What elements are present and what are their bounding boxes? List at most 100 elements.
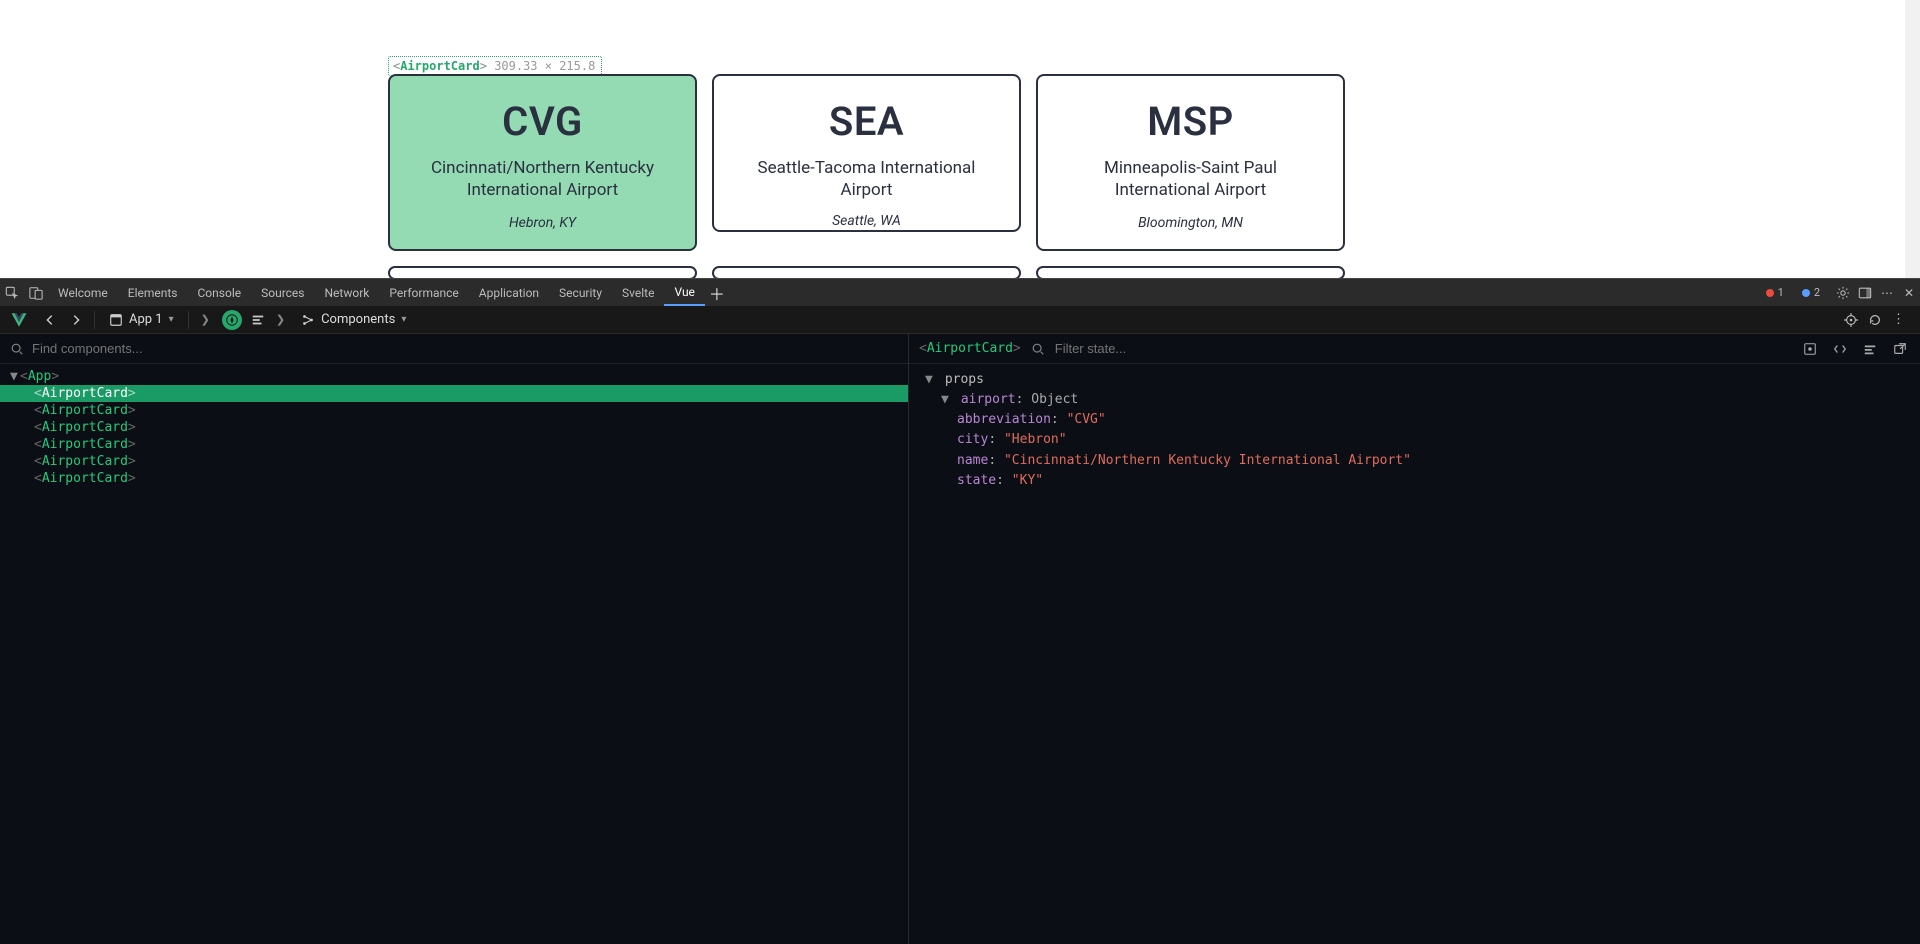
dt-tab-network[interactable]: Network — [315, 279, 380, 306]
search-icon — [1031, 342, 1045, 356]
vue-logo-icon — [10, 311, 28, 329]
airport-location: Seattle, WA — [732, 213, 1001, 229]
airport-abbr: CVG — [408, 98, 677, 145]
view-selector-label: Components — [321, 312, 395, 327]
dt-tab-console[interactable]: Console — [188, 279, 252, 306]
component-search-input[interactable] — [32, 341, 898, 356]
issues-count: 2 — [1814, 286, 1820, 299]
tree-child-node[interactable]: <AirportCard> — [0, 419, 908, 436]
state-key: name — [957, 453, 988, 468]
refresh-icon[interactable] — [1868, 312, 1882, 327]
airport-card[interactable] — [1036, 266, 1345, 278]
airport-abbr: SEA — [732, 98, 1001, 145]
selected-component-name: AirportCard — [927, 341, 1013, 356]
scrollbar-track[interactable] — [1905, 0, 1920, 278]
devtools-tabbar: Welcome Elements Console Sources Network… — [0, 278, 1920, 306]
nav-back-icon[interactable] — [38, 312, 62, 327]
props-group[interactable]: ▼ props — [917, 370, 1920, 390]
search-icon — [10, 341, 24, 356]
state-value: CVG — [1074, 412, 1097, 427]
settings-icon[interactable] — [1832, 285, 1854, 300]
inspector-mode-icon[interactable] — [222, 310, 242, 330]
dt-tab-application[interactable]: Application — [469, 279, 549, 306]
inspect-dimensions: 309.33 × 215.8 — [494, 59, 595, 73]
component-search-row — [0, 334, 908, 364]
tree-child-node[interactable]: <AirportCard> — [0, 385, 908, 402]
chevron-down-icon: ▾ — [169, 314, 174, 325]
component-tree: ▼<App> <AirportCard> <AirportCard> <Airp… — [0, 364, 908, 487]
airport-location: Hebron, KY — [408, 215, 677, 231]
scroll-to-component-icon[interactable] — [1800, 342, 1820, 356]
timeline-mode-icon[interactable] — [248, 312, 268, 327]
more-icon[interactable]: ⋯ — [1876, 286, 1898, 300]
airport-card[interactable] — [712, 266, 1021, 278]
state-line[interactable]: abbreviation: "CVG" — [917, 410, 1920, 430]
app-selector[interactable]: App 1 ▾ — [101, 309, 182, 331]
inspect-dom-icon[interactable] — [1860, 342, 1880, 356]
tree-child-node[interactable]: <AirportCard> — [0, 453, 908, 470]
state-value: Cincinnati/Northern Kentucky Internation… — [1012, 453, 1403, 468]
state-line[interactable]: name: "Cincinnati/Northern Kentucky Inte… — [917, 451, 1920, 471]
device-toolbar-icon[interactable] — [24, 285, 48, 300]
state-type: Object — [1031, 392, 1078, 407]
state-value: KY — [1020, 473, 1036, 488]
state-filter-input[interactable] — [1055, 341, 1790, 356]
state-key: city — [957, 432, 988, 447]
airport-name: Seattle-Tacoma International Airport — [732, 157, 1001, 201]
target-icon[interactable] — [1844, 312, 1858, 327]
component-tree-panel: ▼<App> <AirportCard> <AirportCard> <Airp… — [0, 334, 909, 944]
tree-child-node[interactable]: <AirportCard> — [0, 470, 908, 487]
dt-tab-performance[interactable]: Performance — [379, 279, 468, 306]
dt-tab-vue[interactable]: Vue — [664, 279, 704, 306]
vue-devtools-toolbar: App 1 ▾ ❯ ❯ Components ▾ ⋮ — [0, 306, 1920, 334]
dt-tab-sources[interactable]: Sources — [251, 279, 314, 306]
error-count: 1 — [1778, 286, 1784, 299]
open-in-editor-icon[interactable] — [1890, 342, 1910, 356]
close-devtools-icon[interactable]: ✕ — [1898, 286, 1920, 300]
airport-card[interactable]: CVG Cincinnati/Northern Kentucky Interna… — [388, 74, 697, 251]
dt-tab-svelte[interactable]: Svelte — [612, 279, 664, 306]
tree-child-node[interactable]: <AirportCard> — [0, 436, 908, 453]
props-label: props — [945, 372, 984, 387]
dt-tab-welcome[interactable]: Welcome — [48, 279, 118, 306]
nav-forward-icon[interactable] — [64, 312, 88, 327]
state-line[interactable]: state: "KY" — [917, 471, 1920, 491]
state-line[interactable]: city: "Hebron" — [917, 430, 1920, 450]
kebab-menu-icon[interactable]: ⋮ — [1892, 312, 1904, 327]
dt-tab-security[interactable]: Security — [549, 279, 612, 306]
inspect-element-icon[interactable] — [0, 285, 24, 300]
app-selector-label: App 1 — [129, 312, 163, 327]
cards-grid: CVG Cincinnati/Northern Kentucky Interna… — [388, 74, 1348, 278]
view-selector[interactable]: Components ▾ — [293, 309, 414, 331]
component-state-tree: ▼ props ▼ airport: Object abbreviation: … — [909, 364, 1920, 491]
error-badge[interactable]: 1 — [1760, 285, 1790, 301]
show-render-code-icon[interactable] — [1830, 342, 1850, 356]
dt-tab-elements[interactable]: Elements — [118, 279, 188, 306]
state-line[interactable]: ▼ airport: Object — [917, 390, 1920, 410]
vue-devtools-panels: ▼<App> <AirportCard> <AirportCard> <Airp… — [0, 334, 1920, 944]
state-key: state — [957, 473, 996, 488]
tree-root-node[interactable]: ▼<App> — [0, 368, 908, 385]
breadcrumb-chevron-icon: ❯ — [270, 313, 291, 326]
tree-child-node[interactable]: <AirportCard> — [0, 402, 908, 419]
state-value: Hebron — [1012, 432, 1059, 447]
app-preview: <AirportCard> 309.33 × 215.8 CVG Cincinn… — [0, 0, 1920, 278]
airport-card[interactable]: MSP Minneapolis-Saint Paul International… — [1036, 74, 1345, 251]
dock-side-icon[interactable] — [1854, 285, 1876, 300]
tree-node-name: AirportCard — [42, 469, 128, 489]
inspect-component-name: AirportCard — [400, 59, 479, 73]
airport-card[interactable]: SEA Seattle-Tacoma International Airport… — [712, 74, 1021, 232]
state-key: abbreviation — [957, 412, 1051, 427]
airport-location: Bloomington, MN — [1056, 215, 1325, 231]
state-panel-header: <AirportCard> — [909, 334, 1920, 364]
state-key: airport — [961, 392, 1016, 407]
add-tab-icon[interactable]: ＋ — [705, 281, 729, 305]
chevron-down-icon: ▾ — [401, 314, 406, 325]
breadcrumb-chevron-icon: ❯ — [195, 313, 216, 326]
issues-badge[interactable]: 2 — [1796, 285, 1826, 301]
selected-component-label: <AirportCard> — [919, 342, 1021, 355]
component-state-panel: <AirportCard> ▼ props ▼ airport: Object … — [909, 334, 1920, 944]
airport-card[interactable] — [388, 266, 697, 278]
airport-name: Cincinnati/Northern Kentucky Internation… — [408, 157, 677, 201]
airport-name: Minneapolis-Saint Paul International Air… — [1056, 157, 1325, 201]
